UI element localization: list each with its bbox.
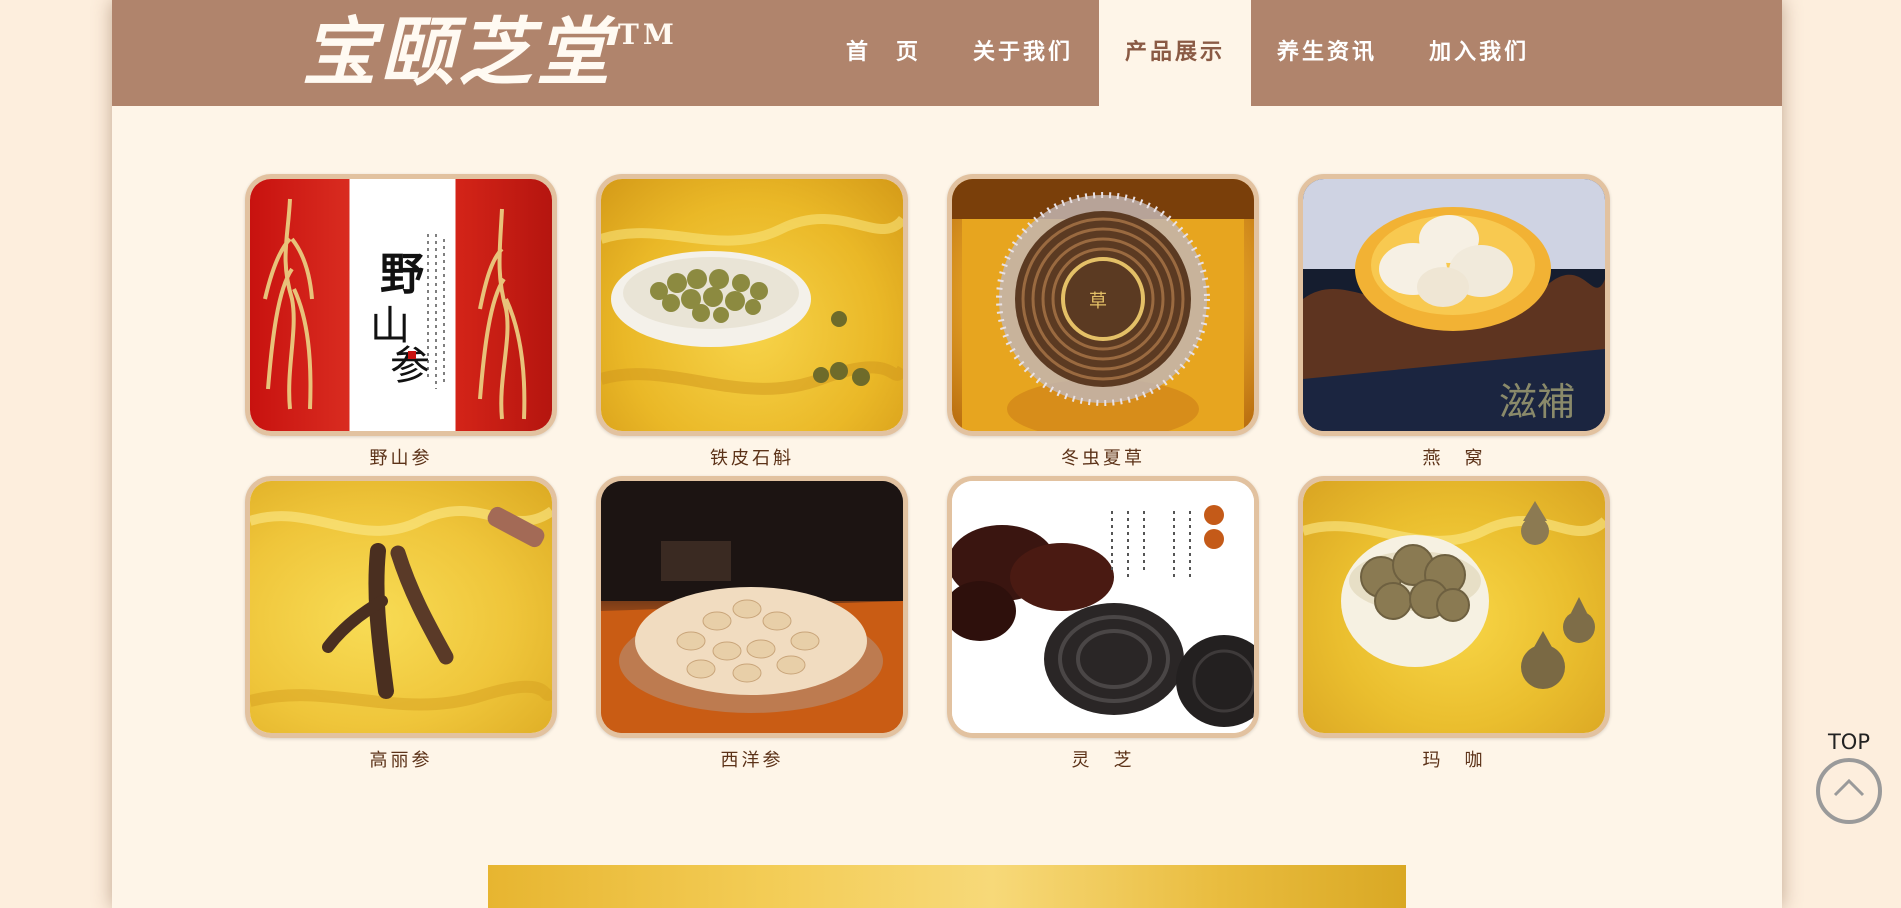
product-caption[interactable]: 铁皮石斛 [596,448,908,470]
product-card[interactable]: 滋補 燕 窝 [1298,174,1610,476]
svg-text:滋補: 滋補 [1499,380,1575,424]
logo-text: 宝颐芝堂 [302,10,614,96]
svg-text:参: 参 [390,343,430,389]
product-card[interactable]: 铁皮石斛 [596,174,908,476]
nav-item-home[interactable]: 首 页 [820,0,947,106]
nav-item-news[interactable]: 养生资讯 [1251,0,1403,106]
site-header: 宝颐芝堂 TM 首 页 关于我们 产品展示 养生资讯 加入我们 [112,0,1782,106]
promo-banner[interactable] [488,865,1406,908]
product-image-frame[interactable] [245,476,557,738]
product-caption[interactable]: 高丽参 [245,750,557,772]
brand-logo[interactable]: 宝颐芝堂 TM [302,8,678,98]
dendrobium-photo [601,179,903,431]
cordyceps-photo: 草 [952,179,1254,431]
product-card[interactable]: 玛 咖 [1298,476,1610,778]
product-card[interactable]: 草 冬虫夏草 [947,174,1259,476]
wild-ginseng-photo: 野 山 参 [250,179,552,431]
nav-item-products[interactable]: 产品展示 [1099,0,1252,106]
product-caption[interactable]: 灵 芝 [947,750,1259,772]
product-grid: 野 山 参 野山参 铁皮石斛 草 冬虫夏草 滋補 燕 窝 高丽参 西洋参 灵 芝… [245,174,1610,778]
product-image-frame[interactable] [596,174,908,436]
product-caption[interactable]: 冬虫夏草 [947,448,1259,470]
product-caption[interactable]: 燕 窝 [1298,448,1610,470]
svg-text:野: 野 [380,249,424,300]
product-card[interactable]: 西洋参 [596,476,908,778]
back-to-top-label: TOP [1827,730,1871,754]
nav-item-join[interactable]: 加入我们 [1403,0,1555,106]
american-ginseng-photo [601,481,903,733]
lingzhi-photo [952,481,1254,733]
product-image-frame[interactable]: 草 [947,174,1259,436]
product-image-frame[interactable] [1298,476,1610,738]
nav-item-about[interactable]: 关于我们 [947,0,1099,106]
product-image-frame[interactable] [596,476,908,738]
product-image-frame[interactable] [947,476,1259,738]
back-to-top-button[interactable]: TOP [1816,730,1882,824]
chevron-up-icon[interactable] [1816,758,1882,824]
product-caption[interactable]: 野山参 [245,448,557,470]
product-image-frame[interactable]: 野 山 参 [245,174,557,436]
maca-photo [1303,481,1605,733]
product-card[interactable]: 灵 芝 [947,476,1259,778]
svg-text:草: 草 [1089,291,1107,312]
product-image-frame[interactable]: 滋補 [1298,174,1610,436]
page-container: 宝颐芝堂 TM 首 页 关于我们 产品展示 养生资讯 加入我们 野 山 参 野山… [112,0,1782,908]
main-nav: 首 页 关于我们 产品展示 养生资讯 加入我们 [820,0,1555,106]
product-card[interactable]: 高丽参 [245,476,557,778]
product-caption[interactable]: 西洋参 [596,750,908,772]
birds-nest-photo: 滋補 [1303,179,1605,431]
product-caption[interactable]: 玛 咖 [1298,750,1610,772]
product-card[interactable]: 野 山 参 野山参 [245,174,557,476]
korean-ginseng-photo [250,481,552,733]
trademark-mark: TM [618,18,678,51]
